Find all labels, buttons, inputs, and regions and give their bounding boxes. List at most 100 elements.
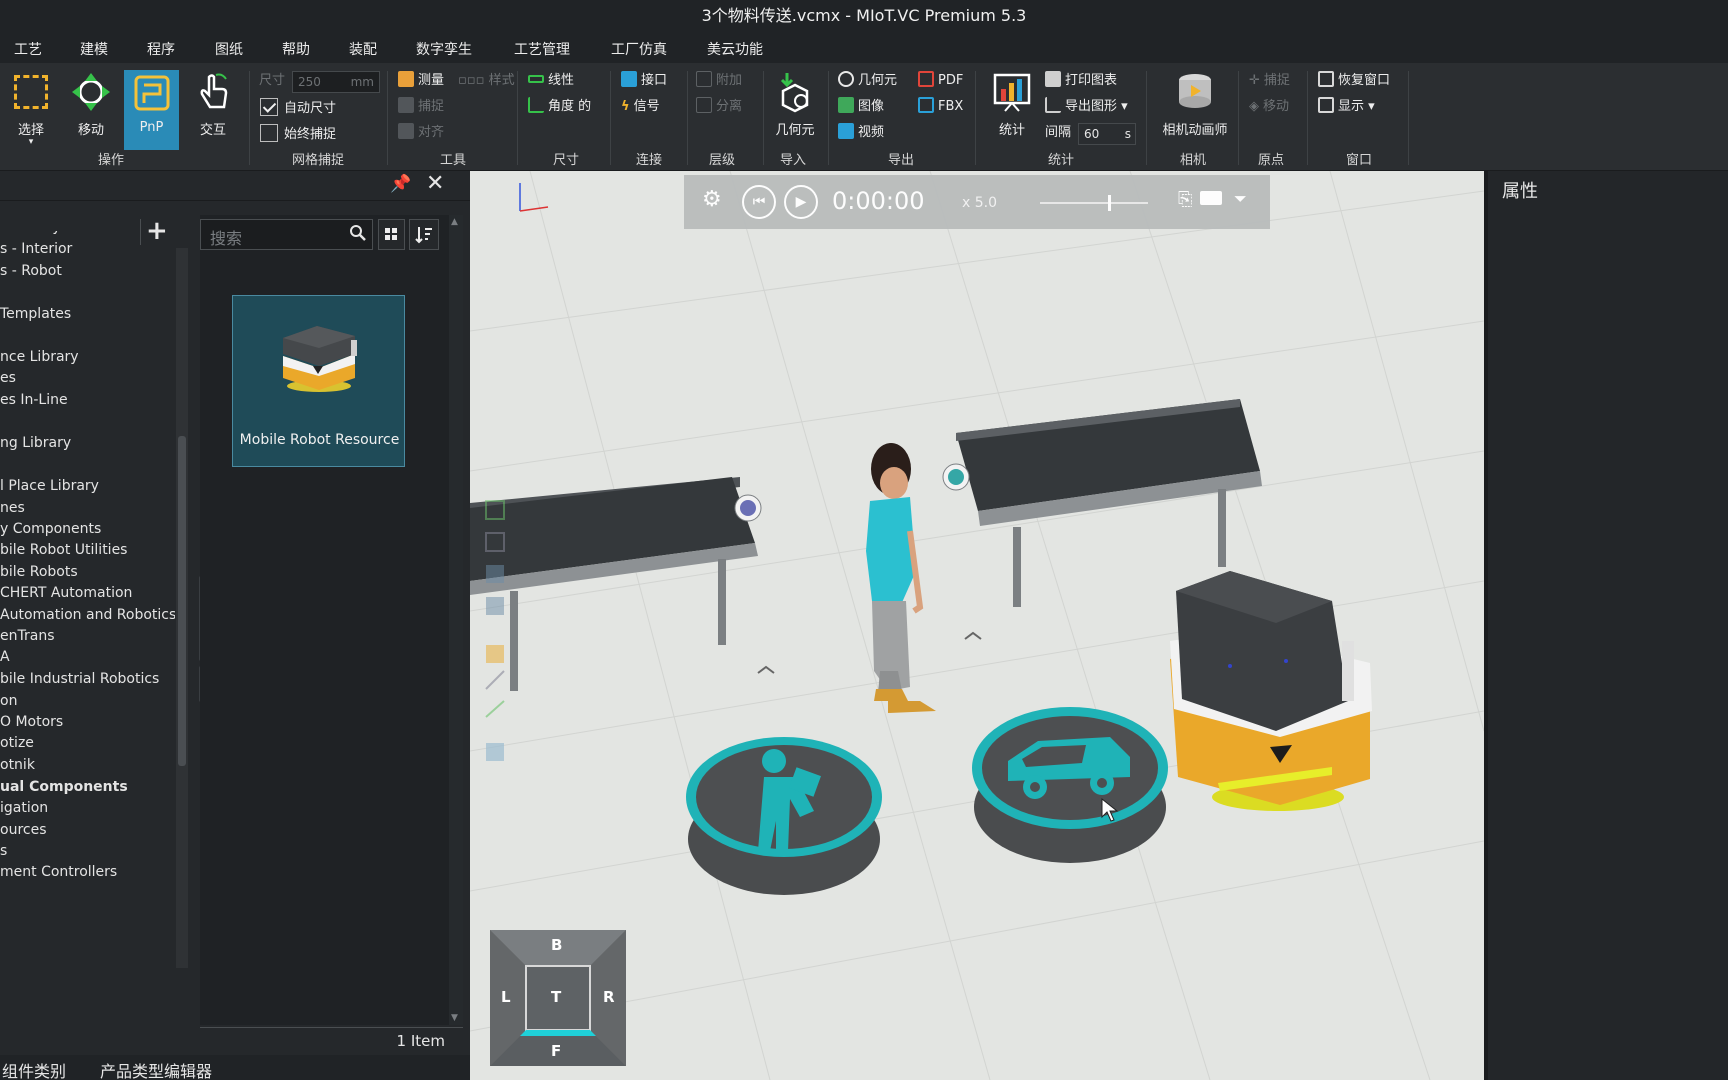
tree-item[interactable]: ual Components: [0, 779, 128, 795]
gear-icon[interactable]: ⚙: [702, 187, 722, 212]
tree-item[interactable]: CHERT Automation: [0, 585, 132, 601]
tree-item[interactable]: y Components: [0, 521, 101, 537]
export-image-button[interactable]: 图像: [838, 96, 884, 118]
scroll-down-icon[interactable]: ▼: [451, 1013, 458, 1023]
auto-size-checkbox[interactable]: 自动尺寸: [260, 98, 336, 120]
navcube-left[interactable]: L: [501, 988, 511, 1006]
export-geometry-button[interactable]: 几何元: [838, 70, 897, 92]
align-button[interactable]: 对齐: [398, 122, 444, 144]
tree-item[interactable]: otize: [0, 735, 34, 751]
tree-item[interactable]: bile Industrial Robotics: [0, 671, 159, 687]
group-label-connect: 连接: [636, 153, 663, 168]
origin-move-button[interactable]: ◈ 移动: [1249, 96, 1289, 118]
menu-process-mgmt[interactable]: 工艺管理: [514, 39, 570, 59]
gallery-scrollbar[interactable]: ▲ ▼: [449, 215, 463, 1025]
speed-slider[interactable]: [1040, 202, 1148, 204]
speed-slider-handle[interactable]: [1108, 195, 1111, 211]
move-button[interactable]: 移动: [62, 69, 120, 147]
menu-modeling[interactable]: 建模: [80, 39, 108, 59]
export-pdf-button[interactable]: PDF: [918, 70, 963, 92]
pdf-export-icon[interactable]: ⎘: [1178, 189, 1192, 210]
tree-item[interactable]: O Motors: [0, 714, 63, 730]
export-chart-button[interactable]: 导出图形 ▾: [1045, 96, 1128, 118]
menu-help[interactable]: 帮助: [282, 39, 310, 59]
search-icon[interactable]: [349, 224, 367, 246]
tree-item[interactable]: s - Robot: [0, 263, 62, 279]
measure-label: 测量: [418, 73, 445, 88]
tree-item[interactable]: l Place Library: [0, 478, 99, 494]
menu-factory-sim[interactable]: 工厂仿真: [611, 39, 667, 59]
interface-button[interactable]: 接口: [621, 70, 667, 92]
record-video-icon[interactable]: [1200, 191, 1222, 205]
export-fbx-button[interactable]: FBX: [918, 96, 963, 118]
tree-item[interactable]: A: [0, 649, 10, 665]
tree-item[interactable]: Automation and Robotics: [0, 607, 175, 623]
film-reel-icon: [1174, 71, 1216, 113]
tab-product-type-editor[interactable]: 产品类型编辑器: [100, 1058, 212, 1080]
navcube-right[interactable]: R: [603, 988, 615, 1006]
menu-drawing[interactable]: 图纸: [215, 39, 243, 59]
camera-animator-button[interactable]: 相机动画师: [1155, 69, 1235, 147]
select-button[interactable]: 选择 ▾: [2, 69, 60, 147]
detach-button[interactable]: 分离: [696, 96, 742, 118]
play-icon[interactable]: ▶: [784, 185, 818, 219]
print-chart-button[interactable]: 打印图表: [1045, 70, 1117, 92]
sort-icon[interactable]: [409, 219, 439, 250]
filter-icon[interactable]: ⏷: [1234, 189, 1247, 209]
menu-program[interactable]: 程序: [147, 39, 175, 59]
grid-size-input[interactable]: 250 mm: [292, 71, 380, 93]
linear-dim-button[interactable]: 线性: [528, 70, 574, 92]
always-snap-checkbox[interactable]: 始终捕捉: [260, 124, 336, 146]
navigation-cube[interactable]: B L T R F: [490, 930, 626, 1066]
menu-assembly[interactable]: 装配: [349, 39, 377, 59]
reset-icon[interactable]: ⏮: [742, 185, 776, 219]
navcube-back[interactable]: B: [551, 936, 562, 954]
menu-digital-twin[interactable]: 数字孪生: [416, 39, 472, 59]
angle-dim-button[interactable]: 角度 的: [528, 96, 591, 118]
tree-item[interactable]: es In-Line: [0, 392, 68, 408]
interval-input[interactable]: 60 s: [1078, 123, 1136, 145]
navcube-front[interactable]: F: [551, 1042, 561, 1060]
menu-midea-functions[interactable]: 美云功能: [707, 39, 763, 59]
signal-button[interactable]: ϟ 信号: [621, 96, 660, 118]
menu-craft[interactable]: 工艺: [14, 39, 42, 59]
navcube-top[interactable]: T: [551, 988, 561, 1006]
style-button[interactable]: ▫▫▫ 样式: [458, 70, 515, 92]
measure-button[interactable]: 测量: [398, 70, 444, 92]
tree-item[interactable]: otnik: [0, 757, 35, 773]
tool-snap-button[interactable]: 捕捉: [398, 96, 444, 118]
show-button[interactable]: 显示 ▾: [1318, 96, 1375, 118]
tree-item[interactable]: ng Library: [0, 435, 71, 451]
tree-item[interactable]: nes: [0, 500, 25, 516]
tree-item[interactable]: igation: [0, 800, 48, 816]
tree-item[interactable]: - Factory: [0, 231, 61, 235]
tree-item[interactable]: bile Robot Utilities: [0, 542, 127, 558]
close-icon[interactable]: ✕: [426, 171, 444, 196]
interact-button[interactable]: 交互: [184, 69, 242, 147]
tree-scrollbar-thumb[interactable]: [178, 436, 186, 766]
tree-item[interactable]: enTrans: [0, 628, 54, 644]
export-video-button[interactable]: 视频: [838, 122, 884, 144]
pin-icon[interactable]: 📌: [390, 174, 411, 194]
tree-item[interactable]: ources: [0, 822, 47, 838]
search-input[interactable]: 搜索: [200, 219, 373, 250]
statistics-button[interactable]: 统计: [983, 69, 1041, 147]
scroll-up-icon[interactable]: ▲: [451, 217, 458, 227]
tree-item[interactable]: ment Controllers: [0, 864, 117, 880]
tree-item[interactable]: Templates: [0, 306, 71, 322]
tree-item[interactable]: nce Library: [0, 349, 79, 365]
grid-view-icon[interactable]: [378, 219, 405, 250]
origin-snap-button[interactable]: ✛ 捕捉: [1249, 70, 1290, 92]
ribbon-separator: [975, 71, 976, 165]
tree-item[interactable]: s: [0, 843, 7, 859]
tree-item[interactable]: es: [0, 370, 16, 386]
tab-component-categories[interactable]: 组件类别: [2, 1058, 66, 1080]
attach-button[interactable]: 附加: [696, 70, 742, 92]
component-card-mobile-robot-resource[interactable]: Mobile Robot Resource: [232, 295, 405, 467]
tree-item[interactable]: bile Robots: [0, 564, 78, 580]
tree-item[interactable]: on: [0, 693, 17, 709]
tree-item[interactable]: s - Interior: [0, 241, 72, 257]
import-geometry-button[interactable]: 几何元: [765, 69, 825, 147]
pnp-button[interactable]: PnP: [124, 70, 179, 150]
restore-window-button[interactable]: 恢复窗口: [1318, 70, 1390, 92]
